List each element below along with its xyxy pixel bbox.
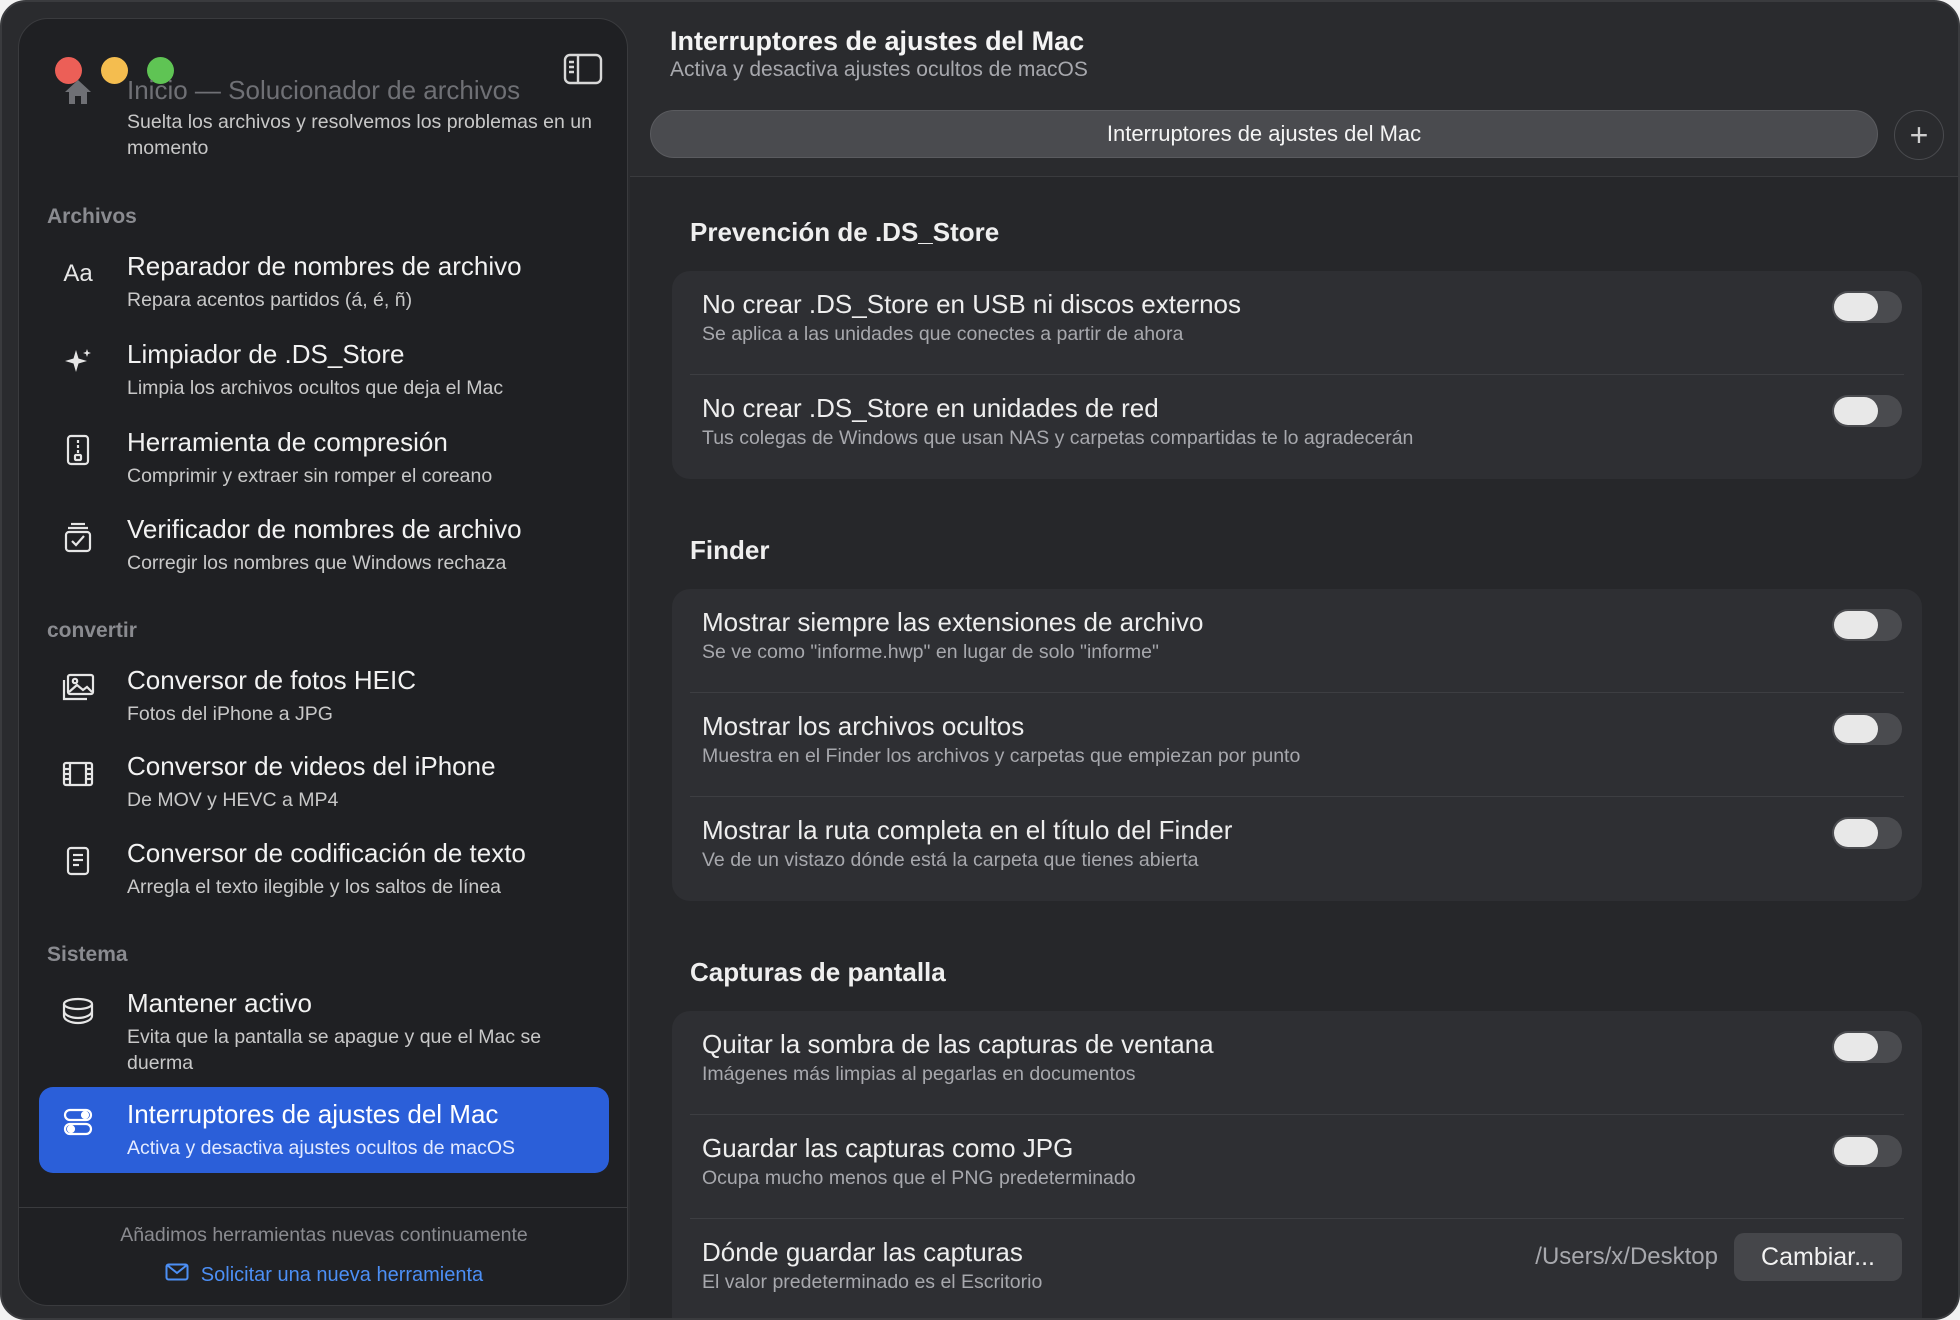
text-format-icon: Aa [63,260,93,287]
sidebar-footer-text: Añadimos herramientas nuevas continuamen… [120,1224,528,1246]
sidebar-item-description: De MOV y HEVC a MP4 [127,789,339,811]
settings-row: Dónde guardar las capturas El valor pred… [672,1219,1922,1318]
settings-row: Mostrar los archivos ocultos Muestra en … [672,693,1922,797]
sidebar-item-description: Corregir los nombres que Windows rechaza [127,552,507,574]
section-title-finder: Finder [690,535,770,565]
section-title-ds-store: Prevención de .DS_Store [690,217,1000,247]
sidebar-item-description: Activa y desactiva ajustes ocultos de ma… [127,1137,516,1159]
sidebar-item-label: Inicio — Solucionador de archivos [127,75,521,105]
photos-icon [61,671,95,705]
sidebar-item-description: Evita que la pantalla se apague y que el… [127,1026,542,1074]
toggle-show-hidden-files[interactable] [1832,713,1902,745]
sidebar-item-label: Limpiador de .DS_Store [127,339,405,369]
sidebar-item-label: Interruptores de ajustes del Mac [127,1099,499,1129]
settings-card-screenshots: Quitar la sombra de las capturas de vent… [672,1011,1922,1318]
sidebar-item-label: Herramienta de compresión [127,427,448,457]
sidebar-item-label: Mantener activo [127,988,312,1018]
request-tool-link[interactable]: Solicitar una nueva herramienta [19,1263,627,1287]
settings-card-ds-store: No crear .DS_Store en USB ni discos exte… [672,271,1922,479]
sidebar-item-description: Comprimir y extraer sin romper el corean… [127,465,493,487]
zip-archive-icon [61,433,95,467]
plus-icon: + [1909,117,1929,153]
toggles-icon [61,1105,95,1139]
sidebar-item-label: Reparador de nombres de archivo [127,251,522,281]
section-header-sistema: Sistema [47,943,128,966]
toggle-no-ds-store-usb[interactable] [1832,291,1902,323]
section-title-screenshots: Capturas de pantalla [690,957,946,987]
page-title: Interruptores de ajustes del Mac [670,26,1085,56]
envelope-icon [165,1263,189,1287]
request-tool-label: Solicitar una nueva herramienta [200,1263,484,1286]
app-window: Inicio — Solucionador de archivos Suelta… [0,0,1960,1320]
settings-row: No crear .DS_Store en USB ni discos exte… [672,271,1922,375]
setting-description: Imágenes más limpias al pegarlas en docu… [702,1063,1136,1085]
sidebar-item-video-converter[interactable]: Conversor de videos del iPhone De MOV y … [39,751,609,815]
sidebar-item-label: Verificador de nombres de archivo [127,514,522,544]
sidebar-item-text-encoding-converter[interactable]: Conversor de codificación de texto Arreg… [39,838,609,902]
sidebar-item-compression-tool[interactable]: Herramienta de compresión Comprimir y ex… [39,427,609,491]
sidebar-item-label: Conversor de codificación de texto [127,838,526,868]
sidebar-item-filename-fixer[interactable]: Aa Reparador de nombres de archivo Repar… [39,251,609,315]
settings-content: Prevención de .DS_Store No crear .DS_Sto… [630,177,1958,1318]
settings-row: Mostrar siempre las extensiones de archi… [672,589,1922,693]
settings-row: Guardar las capturas como JPG Ocupa much… [672,1115,1922,1219]
sidebar-item-label: Conversor de fotos HEIC [127,665,417,695]
document-icon [61,844,95,878]
sparkles-icon [61,345,95,379]
setting-description: El valor predeterminado es el Escritorio [702,1271,1043,1293]
setting-title: Quitar la sombra de las capturas de vent… [702,1029,1214,1059]
setting-title: No crear .DS_Store en USB ni discos exte… [702,289,1242,319]
sidebar-item-heic-converter[interactable]: Conversor de fotos HEIC Fotos del iPhone… [39,665,609,729]
change-location-button[interactable]: Cambiar... [1734,1233,1902,1281]
setting-title: No crear .DS_Store en unidades de red [702,393,1159,423]
setting-description: Ocupa mucho menos que el PNG predetermin… [702,1167,1136,1189]
film-icon [61,757,95,791]
screenshot-location-value: /Users/x/Desktop [1535,1243,1718,1270]
sidebar: Inicio — Solucionador de archivos Suelta… [18,18,628,1306]
toggle-show-extensions[interactable] [1832,609,1902,641]
toggle-save-as-jpg[interactable] [1832,1135,1902,1167]
sidebar-item-filename-checker[interactable]: Verificador de nombres de archivo Correg… [39,514,609,578]
settings-card-finder: Mostrar siempre las extensiones de archi… [672,589,1922,901]
setting-description: Tus colegas de Windows que usan NAS y ca… [702,427,1414,449]
section-header-archivos: Archivos [47,205,137,228]
sidebar-footer-divider [19,1207,627,1208]
sidebar-item-description: Repara acentos partidos (á, é, ñ) [127,289,413,311]
coffee-cup-icon [61,994,95,1028]
page-subtitle: Activa y desactiva ajustes ocultos de ma… [670,58,1088,81]
sidebar-item-mac-settings-toggles[interactable]: Interruptores de ajustes del Mac Activa … [39,1087,609,1173]
setting-title: Dónde guardar las capturas [702,1237,1023,1267]
setting-description: Se ve como "informe.hwp" en lugar de sol… [702,641,1159,663]
sidebar-item-label: Conversor de videos del iPhone [127,751,496,781]
sidebar-item-ds-store-cleaner[interactable]: Limpiador de .DS_Store Limpia los archiv… [39,339,609,403]
sidebar-item-description: Arregla el texto ilegible y los saltos d… [127,876,501,898]
settings-row: No crear .DS_Store en unidades de red Tu… [672,375,1922,479]
setting-title: Mostrar la ruta completa en el título de… [702,815,1233,845]
setting-title: Mostrar los archivos ocultos [702,711,1025,741]
house-icon [61,75,95,109]
sidebar-item-description: Fotos del iPhone a JPG [127,703,333,725]
setting-description: Ve de un vistazo dónde está la carpeta q… [702,849,1199,871]
setting-description: Se aplica a las unidades que conectes a … [702,323,1184,345]
settings-row: Quitar la sombra de las capturas de vent… [672,1011,1922,1115]
tab-mac-settings-toggles[interactable]: Interruptores de ajustes del Mac [650,110,1878,158]
sidebar-item-home[interactable]: Inicio — Solucionador de archivos Suelta… [39,71,609,159]
section-header-convertir: convertir [47,619,137,642]
settings-row: Mostrar la ruta completa en el título de… [672,797,1922,901]
sidebar-item-keep-awake[interactable]: Mantener activo Evita que la pantalla se… [39,988,609,1078]
checklist-icon [61,520,95,554]
sidebar-item-description: Suelta los archivos y resolvemos los pro… [127,111,592,159]
sidebar-item-description: Limpia los archivos ocultos que deja el … [127,377,504,399]
new-tab-button[interactable]: + [1894,110,1944,160]
setting-description: Muestra en el Finder los archivos y carp… [702,745,1301,767]
setting-title: Guardar las capturas como JPG [702,1133,1074,1163]
setting-title: Mostrar siempre las extensiones de archi… [702,607,1204,637]
toggle-remove-shadow[interactable] [1832,1031,1902,1063]
toggle-no-ds-store-network[interactable] [1832,395,1902,427]
toggle-show-full-path[interactable] [1832,817,1902,849]
